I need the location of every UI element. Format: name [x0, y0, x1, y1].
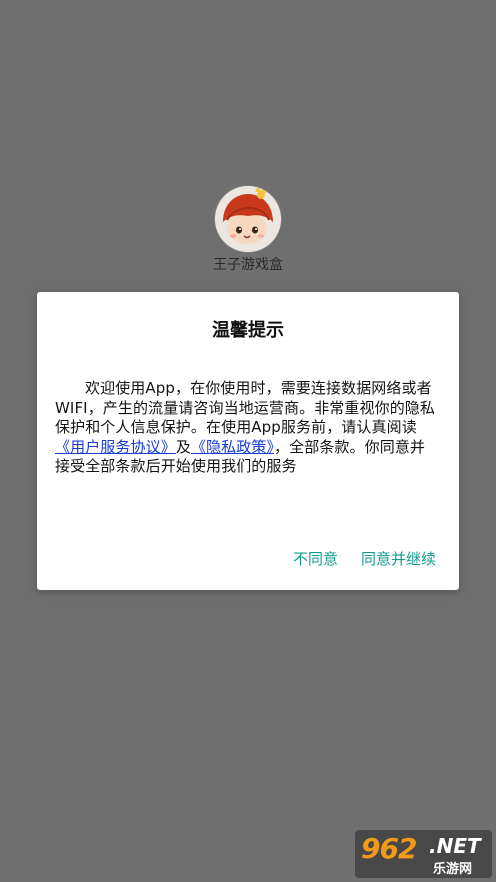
user-agreement-link[interactable]: 《用户服务协议》: [55, 438, 176, 456]
app-name: 王子游戏盒: [213, 257, 283, 273]
dialog-title: 温馨提示: [212, 320, 284, 341]
mushroom-character-icon: [215, 186, 281, 252]
dialog-body: 欢迎使用App，在你使用时，需要连接数据网络或者WIFI，产生的流量请咨询当地运…: [55, 379, 439, 477]
body-text-and: 及: [175, 437, 191, 456]
body-text-part1: 欢迎使用App，在你使用时，需要连接数据网络或者WIFI，产生的流量请咨询当地运…: [55, 379, 436, 436]
agree-and-continue-button[interactable]: 同意并继续: [361, 548, 436, 569]
privacy-dialog: 温馨提示 欢迎使用App，在你使用时，需要连接数据网络或者WIFI，产生的流量请…: [37, 292, 459, 590]
watermark-number: 962: [361, 832, 417, 865]
disagree-button[interactable]: 不同意: [293, 548, 338, 569]
app-logo-icon: [215, 186, 281, 252]
site-watermark-logo: 962 .NET 乐游网: [355, 830, 492, 878]
screen: 王子游戏盒 温馨提示 欢迎使用App，在你使用时，需要连接数据网络或者WIFI，…: [0, 0, 496, 882]
watermark-suffix: .NET: [429, 834, 481, 858]
watermark-site-name: 乐游网: [433, 862, 473, 877]
privacy-policy-link[interactable]: 《隐私政策》: [191, 438, 274, 456]
